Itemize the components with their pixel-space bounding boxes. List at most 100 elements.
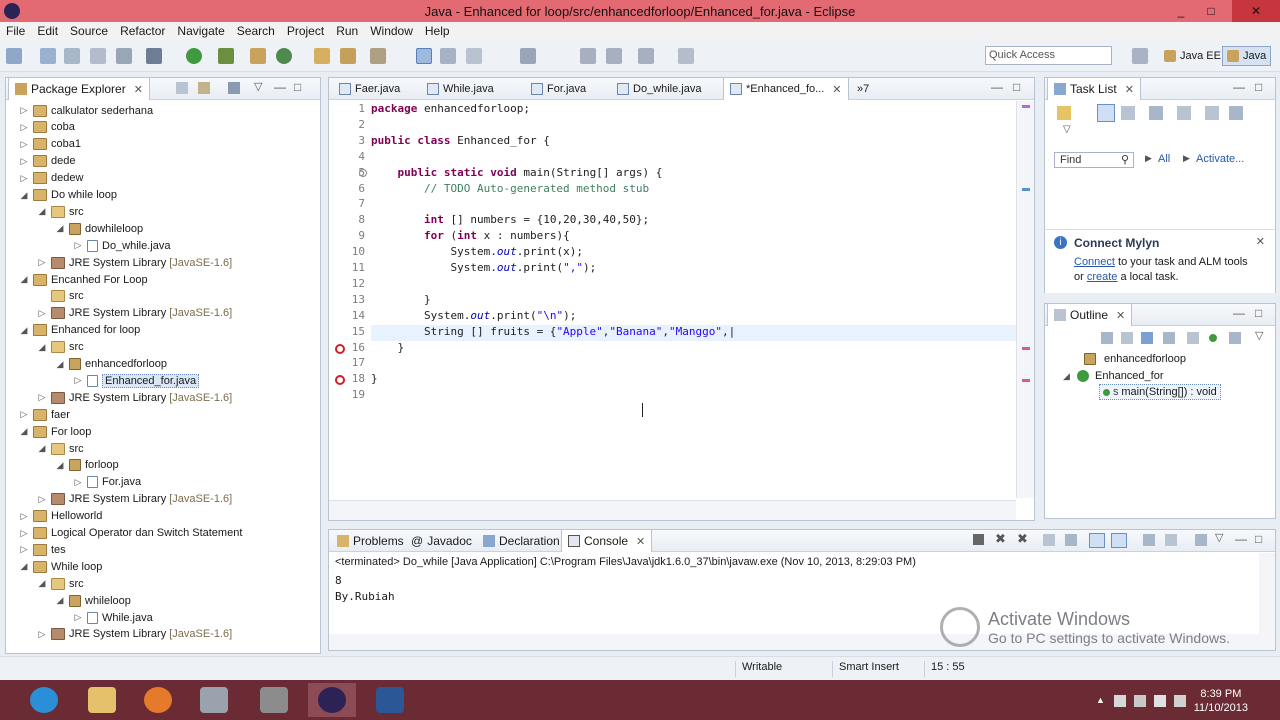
minimize-icon[interactable]: — — [1233, 80, 1245, 94]
open-type-icon[interactable] — [314, 48, 330, 64]
outline-item-package[interactable]: enhancedforloop — [1081, 351, 1186, 367]
overview-marker[interactable] — [1022, 188, 1030, 191]
task-find-input[interactable]: Find ⚲ — [1054, 152, 1134, 168]
maximize-button[interactable]: □ — [1196, 0, 1226, 22]
categorized-icon[interactable] — [1097, 104, 1115, 122]
collapsed-icon[interactable]: ▷ — [18, 139, 30, 150]
tree-item[interactable]: ◢ Encanhed For Loop — [18, 271, 148, 288]
collapsed-icon[interactable]: ▷ — [36, 392, 48, 403]
collapsed-icon[interactable]: ▷ — [18, 173, 30, 184]
overview-marker[interactable] — [1022, 347, 1030, 350]
tree-item[interactable]: ▷ Do_while.java — [72, 237, 170, 254]
maximize-icon[interactable]: □ — [1013, 80, 1020, 94]
collapsed-icon[interactable]: ▷ — [18, 105, 30, 116]
terminate-icon[interactable] — [973, 534, 984, 545]
minimize-icon[interactable]: — — [1233, 306, 1245, 320]
open-console-icon[interactable] — [1195, 534, 1207, 546]
debug-icon[interactable] — [146, 48, 162, 64]
expanded-icon[interactable]: ◢ — [54, 460, 66, 471]
menu-help[interactable]: Help — [425, 24, 458, 38]
maximize-icon[interactable]: □ — [1255, 532, 1262, 546]
show-hidden-icons-icon[interactable]: ▲ — [1096, 695, 1108, 707]
minimize-button[interactable]: _ — [1166, 0, 1196, 22]
collapsed-icon[interactable]: ▷ — [36, 308, 48, 319]
minimize-icon[interactable]: — — [1235, 532, 1247, 546]
expanded-icon[interactable]: ◢ — [54, 595, 66, 606]
close-icon[interactable]: ✕ — [1125, 83, 1134, 96]
menu-run[interactable]: Run — [336, 24, 366, 38]
search-icon[interactable] — [340, 48, 356, 64]
expanded-icon[interactable]: ◢ — [18, 190, 30, 201]
tree-item[interactable]: ▷ JRE System Library [JavaSE-1.6] — [36, 491, 232, 508]
collapsed-icon[interactable]: ▷ — [18, 511, 30, 522]
editor-vertical-scrollbar[interactable] — [1016, 101, 1034, 498]
overview-marker[interactable] — [1022, 379, 1030, 382]
maximize-icon[interactable]: □ — [1255, 80, 1262, 94]
tree-item[interactable]: ▷ Helloworld — [18, 508, 102, 525]
tree-item[interactable]: ▷ Enhanced_for.java — [72, 372, 200, 389]
network-icon[interactable] — [1154, 695, 1166, 707]
collapsed-icon[interactable]: ▷ — [72, 477, 84, 488]
collapsed-icon[interactable]: ▷ — [18, 528, 30, 539]
internet-explorer-icon[interactable] — [20, 683, 68, 717]
menu-edit[interactable]: Edit — [37, 24, 66, 38]
expanded-icon[interactable]: ◢ — [54, 359, 66, 370]
more-tabs-button[interactable]: »7 — [851, 78, 875, 100]
new-class-icon[interactable] — [276, 48, 292, 64]
tree-item[interactable]: ▷ tes — [18, 541, 66, 558]
tab-task-list[interactable]: Task List ✕ — [1047, 78, 1141, 100]
tab-console[interactable]: Console ✕ — [561, 530, 653, 552]
tab-while-java[interactable]: While.java — [421, 78, 500, 100]
expanded-icon[interactable]: ◢ — [36, 443, 48, 454]
toggle-mark-occurrences-icon[interactable] — [416, 48, 432, 64]
tree-item[interactable]: ◢ src — [36, 339, 84, 356]
perspective-java-ee[interactable]: Java EE — [1160, 46, 1225, 66]
new-java-project-icon[interactable] — [250, 48, 266, 64]
run-icon[interactable] — [186, 48, 202, 64]
tree-item[interactable]: ▷ JRE System Library [JavaSE-1.6] — [36, 305, 232, 322]
menu-refactor[interactable]: Refactor — [120, 24, 173, 38]
collapsed-icon[interactable]: ▷ — [18, 122, 30, 133]
tree-item[interactable]: ◢ enhancedforloop — [54, 356, 167, 373]
scheduled-icon[interactable] — [1121, 106, 1135, 120]
tab-enhanced-for-java[interactable]: *Enhanced_fo... ✕ — [723, 78, 849, 100]
chevron-down-icon[interactable]: ▽ — [1215, 531, 1223, 544]
create-link[interactable]: create — [1087, 271, 1118, 283]
collapsed-icon[interactable]: ▷ — [36, 494, 48, 505]
overview-marker[interactable] — [1022, 105, 1030, 108]
quick-access-input[interactable]: Quick Access — [985, 46, 1112, 65]
close-icon[interactable]: ✕ — [1116, 309, 1125, 322]
link-icon[interactable] — [1229, 332, 1241, 344]
fold-icon[interactable] — [359, 168, 367, 177]
tree-item[interactable]: ▷ dede — [18, 153, 75, 170]
tree-item[interactable]: ◢ whileloop — [54, 592, 131, 609]
expanded-icon[interactable]: ◢ — [36, 206, 48, 217]
collapsed-icon[interactable]: ▷ — [72, 240, 84, 251]
last-edit-icon[interactable] — [638, 48, 654, 64]
firefox-icon[interactable] — [134, 683, 182, 717]
view-menu-icon[interactable] — [228, 82, 240, 94]
remove-launch-icon[interactable]: ✖ — [995, 531, 1006, 547]
tree-item[interactable]: ◢ For loop — [18, 423, 91, 440]
collapsed-icon[interactable]: ▷ — [36, 257, 48, 268]
perspective-java[interactable]: Java — [1222, 46, 1272, 66]
collapse-all-icon[interactable] — [1101, 332, 1113, 344]
flag-icon[interactable] — [1114, 695, 1126, 707]
tab-for-java[interactable]: For.java — [525, 78, 592, 100]
expand-icon[interactable]: ◢ — [1063, 371, 1077, 382]
tree-item[interactable]: ◢ src — [36, 575, 84, 592]
show-whitespace-icon[interactable] — [466, 48, 482, 64]
console-vertical-scrollbar[interactable] — [1259, 553, 1275, 650]
show-on-error-icon[interactable] — [1111, 533, 1127, 548]
pin-editor-icon[interactable] — [678, 48, 694, 64]
collapsed-icon[interactable]: ▷ — [72, 375, 84, 386]
tree-item[interactable]: ◢ Enhanced for loop — [18, 322, 140, 339]
power-icon[interactable] — [1134, 695, 1146, 707]
editor-horizontal-scrollbar[interactable] — [329, 500, 1016, 520]
volume-icon[interactable] — [1174, 695, 1186, 707]
block-selection-icon[interactable] — [440, 48, 456, 64]
error-marker-icon[interactable] — [335, 343, 345, 354]
forward-icon[interactable] — [606, 48, 622, 64]
close-icon[interactable]: ✕ — [1256, 235, 1265, 248]
activate-link[interactable]: Activate... — [1196, 153, 1244, 165]
